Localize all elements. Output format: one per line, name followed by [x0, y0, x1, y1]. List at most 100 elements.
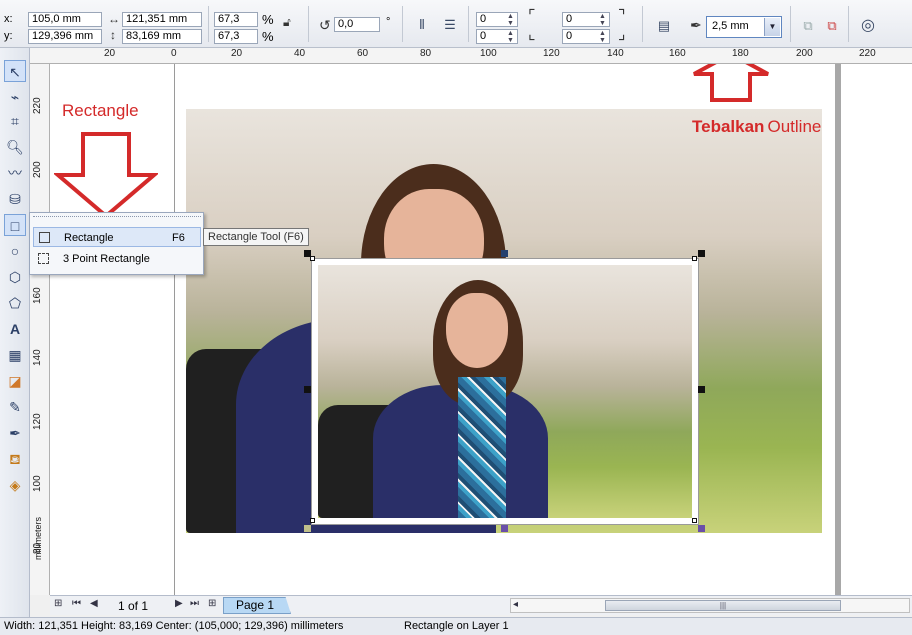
annotation-rectangle-label: Rectangle	[62, 101, 139, 120]
text-tool-icon[interactable]: A	[4, 318, 26, 340]
ellipse-tool-icon[interactable]: ○	[4, 240, 26, 262]
pick-tool-icon[interactable]: ↖	[4, 60, 26, 82]
fill-tool-icon[interactable]: ⛾	[4, 448, 26, 470]
vertical-ruler[interactable]: 220 200 180 160 140 120 100 80	[30, 64, 50, 595]
add-page-after-icon[interactable]: ⊞	[208, 598, 216, 609]
height-field[interactable]: 83,169 mm	[122, 29, 202, 44]
scroll-left-icon[interactable]: ◂	[513, 599, 518, 610]
crop-tool-icon[interactable]: ⌗	[4, 110, 26, 132]
next-page-icon[interactable]: ▶	[175, 598, 183, 609]
corner-node[interactable]	[692, 518, 697, 523]
flyout-grip[interactable]	[33, 216, 201, 220]
corner-br-spinner[interactable]: ▲ ▼	[598, 30, 607, 44]
selection-handle[interactable]	[304, 386, 311, 393]
annotation-outline-bold: Tebalkan	[692, 117, 765, 136]
scale-x-percent: %	[262, 12, 274, 27]
mirror-vertical-icon[interactable]: ☰	[440, 15, 460, 35]
face-shape	[446, 293, 508, 368]
rectangle-icon	[39, 232, 50, 243]
corner-node[interactable]	[310, 518, 315, 523]
first-page-icon[interactable]: ⏮	[72, 598, 81, 609]
3-point-rectangle-icon	[38, 253, 49, 264]
status-bar: Width: 121,351 Height: 83,169 Center: (1…	[0, 617, 912, 635]
mirror-horizontal-icon[interactable]: ⫴	[412, 15, 432, 35]
interactive-tool-icon[interactable]: ◪	[4, 370, 26, 392]
flyout-item-shortcut: F6	[172, 232, 185, 244]
selection-handle[interactable]	[698, 525, 705, 532]
ruler-tick: 40	[294, 48, 306, 59]
ruler-tick: 140	[32, 349, 43, 366]
scale-x-field[interactable]: 67,3	[214, 12, 258, 27]
ruler-tick: 100	[32, 475, 43, 492]
tab-page-1[interactable]: Page 1	[223, 597, 291, 614]
ruler-tick: 20	[104, 48, 116, 59]
to-front-icon[interactable]: ⧉	[798, 16, 818, 36]
prev-page-icon[interactable]: ◀	[90, 598, 98, 609]
to-back-icon[interactable]: ⧉	[822, 16, 842, 36]
scale-y-field[interactable]: 67,3	[214, 29, 258, 44]
rectangle-tool-icon[interactable]: □	[4, 214, 26, 236]
annotation-outline-label: Tebalkan Outline	[692, 117, 821, 137]
chevron-down-icon[interactable]: ▼	[764, 18, 780, 36]
flyout-item-label: Rectangle	[64, 232, 114, 244]
rotate-icon: ↺	[319, 17, 331, 33]
selection-handle[interactable]	[698, 386, 705, 393]
wrap-text-icon[interactable]: ▤	[654, 16, 674, 36]
ruler-tick: 140	[607, 48, 624, 59]
rotation-field[interactable]: 0,0	[334, 17, 380, 32]
ruler-tick: 0	[171, 48, 177, 59]
width-field[interactable]: 121,351 mm	[122, 12, 202, 27]
selected-rectangle[interactable]	[311, 258, 699, 525]
outline-width-dropdown[interactable]: 2,5 mm ▼	[706, 16, 782, 38]
lock-ratio-icon[interactable]: 🔓︎	[283, 15, 291, 29]
ruler-tick: 60	[357, 48, 369, 59]
eyedropper-tool-icon[interactable]: ✎	[4, 396, 26, 418]
corner-node[interactable]	[310, 256, 315, 261]
document-navigator: ⊞ ⏮ ◀ 1 of 1 ▶ ⏭ ⊞ Page 1 ◂ |||	[50, 595, 912, 615]
ruler-tick: 220	[859, 48, 876, 59]
x-position-field[interactable]: 105,0 mm	[28, 12, 102, 27]
horizontal-ruler[interactable]: 20 0 20 40 60 80 100 120 140 160 180 200…	[30, 48, 912, 64]
y-position-field[interactable]: 129,396 mm	[28, 29, 102, 44]
ruler-tick: 120	[32, 413, 43, 430]
flyout-item-3-point-rectangle[interactable]: 3 Point Rectangle	[33, 249, 201, 269]
outline-tool-icon[interactable]: ✒	[4, 422, 26, 444]
flyout-item-rectangle[interactable]: Rectangle F6	[33, 227, 201, 247]
basic-shapes-tool-icon[interactable]: ⬠	[4, 292, 26, 314]
scrollbar-thumb[interactable]: |||	[605, 600, 841, 611]
toolbox: ↖ ⌁ ⌗ 🔍︎ 〰 ⛁ □ ○ ⬡ ⬠ A ▦ ◪ ✎ ✒ ⛾ ◈	[0, 48, 30, 618]
polygon-tool-icon[interactable]: ⬡	[4, 266, 26, 288]
last-page-icon[interactable]: ⏭	[190, 598, 199, 609]
shape-tool-icon[interactable]: ⌁	[4, 86, 26, 108]
zoom-tool-icon[interactable]: 🔍︎	[4, 136, 26, 158]
corner-node[interactable]	[692, 256, 697, 261]
separator	[402, 6, 403, 42]
ruler-tick: 120	[543, 48, 560, 59]
up-arrow-annotation	[693, 64, 769, 102]
ruler-units-label: millimeters	[33, 516, 43, 560]
smart-fill-tool-icon[interactable]: ⛁	[4, 188, 26, 210]
drawing-canvas[interactable]: Rectangle Tebalkan Outline	[50, 64, 912, 595]
down-arrow-annotation	[54, 132, 158, 219]
corner-bracket-icon: ⌜	[528, 8, 536, 25]
corner-tr-spinner[interactable]: ▲ ▼	[598, 13, 607, 27]
status-dimensions: Width: 121,351 Height: 83,169 Center: (1…	[4, 620, 344, 632]
corner-tl-spinner[interactable]: ▲ ▼	[506, 13, 515, 27]
status-object-info: Rectangle on Layer 1	[404, 620, 509, 632]
freehand-tool-icon[interactable]: 〰	[4, 162, 26, 184]
separator	[848, 6, 849, 42]
convert-to-curves-icon[interactable]: ◎	[858, 16, 878, 36]
page-border	[174, 64, 175, 595]
selection-handle[interactable]	[304, 525, 311, 532]
ruler-tick: 160	[32, 287, 43, 304]
add-page-icon[interactable]: ⊞	[54, 598, 62, 609]
selection-handle[interactable]	[698, 250, 705, 257]
interactive-fill-tool-icon[interactable]: ◈	[4, 474, 26, 496]
horizontal-scrollbar[interactable]: ◂ |||	[510, 598, 910, 613]
selection-handle[interactable]	[501, 525, 508, 532]
ruler-tick: 20	[231, 48, 243, 59]
table-tool-icon[interactable]: ▦	[4, 344, 26, 366]
selection-handle[interactable]	[501, 250, 508, 257]
corner-bl-spinner[interactable]: ▲ ▼	[506, 30, 515, 44]
outline-pen-icon: ✒	[690, 17, 702, 33]
